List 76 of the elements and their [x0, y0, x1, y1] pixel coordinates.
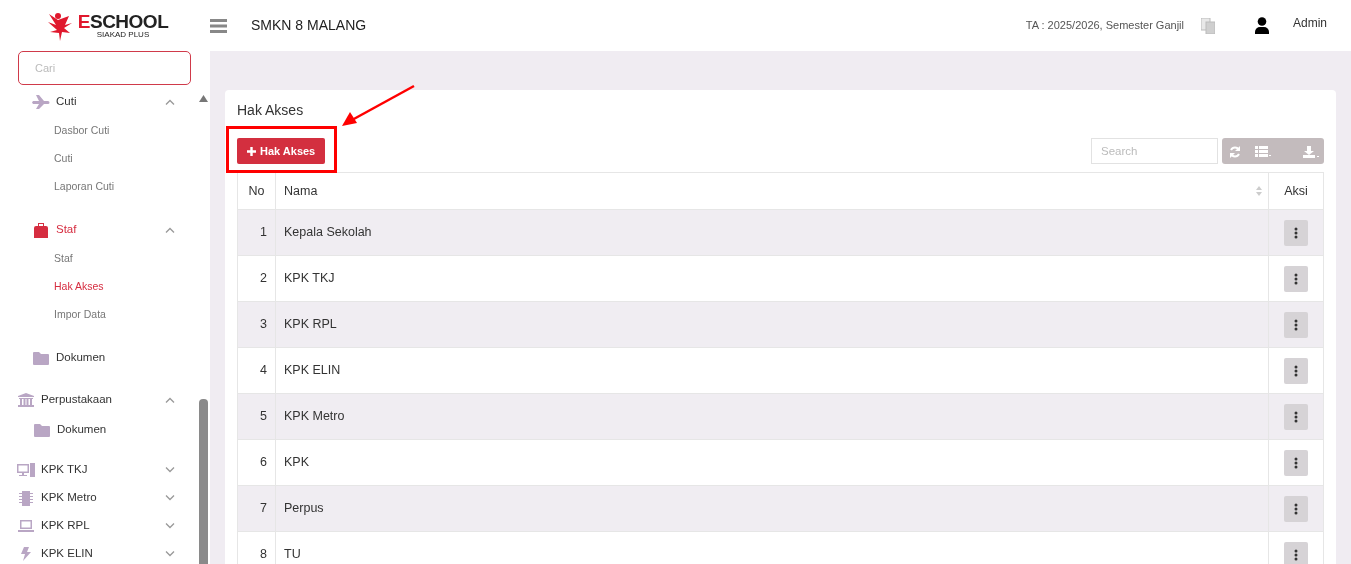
- table-cell: 5: [237, 393, 276, 440]
- plus-icon: [247, 146, 256, 156]
- folder-icon: [33, 351, 49, 365]
- folder-icon: [34, 423, 50, 437]
- search-field[interactable]: Cari: [18, 51, 191, 85]
- refresh-button[interactable]: [1222, 138, 1248, 164]
- school-name: SMKN 8 MALANG: [251, 16, 367, 35]
- more-icon: [1294, 456, 1298, 469]
- sidebar-item[interactable]: Dokumen: [0, 343, 197, 373]
- more-icon: [1294, 226, 1298, 239]
- chip-icon: [19, 490, 33, 506]
- sidebar-item[interactable]: KPK ELIN: [0, 540, 197, 564]
- table-cell: KPK ELIN: [275, 347, 1269, 394]
- computer-icon: [17, 463, 35, 477]
- logo-name: ESCHOOL: [77, 12, 169, 31]
- more-icon: [1294, 548, 1298, 561]
- sidebar-item[interactable]: KPK Metro: [0, 484, 197, 512]
- chevron-down-icon: [165, 495, 175, 501]
- chevron-down-icon: [165, 551, 175, 557]
- list-icon: [1255, 146, 1271, 158]
- plane-icon: [32, 95, 50, 109]
- academic-year: TA : 2025/2026, Semester Ganjil: [1025, 18, 1184, 34]
- more-icon: [1294, 318, 1298, 331]
- more-icon: [1294, 410, 1298, 423]
- table-cell: 4: [237, 347, 276, 394]
- menu-icon[interactable]: [210, 18, 227, 33]
- table-cell: 3: [237, 301, 276, 348]
- card-title: Hak Akses: [237, 101, 305, 120]
- chevron-down-icon: [165, 467, 175, 473]
- table-cell: 7: [237, 485, 276, 532]
- actions-button[interactable]: [1284, 541, 1308, 564]
- table-cell: Perpus: [275, 485, 1269, 532]
- chevron-up-icon: [165, 227, 175, 233]
- table-cell: Kepala Sekolah: [275, 209, 1269, 256]
- submenu-item[interactable]: Staf: [0, 245, 197, 273]
- table-cell: 2: [237, 255, 276, 302]
- add-button[interactable]: Hak Akses: [237, 138, 326, 164]
- logo-tagline: SIAKAD PLUS: [96, 31, 150, 39]
- more-icon: [1294, 502, 1298, 515]
- chevron-down-icon: [165, 523, 175, 529]
- submenu-item[interactable]: Dasbor Cuti: [0, 117, 197, 145]
- table-cell: KPK RPL: [275, 301, 1269, 348]
- table-cell: KPK TKJ: [275, 255, 1269, 302]
- scroll-up-icon[interactable]: [199, 95, 208, 102]
- sidebar-item[interactable]: KPK TKJ: [0, 456, 197, 484]
- submenu-item[interactable]: Laporan Cuti: [0, 173, 197, 201]
- column-header: No: [237, 172, 276, 210]
- refresh-icon: [1229, 145, 1241, 158]
- download-button[interactable]: [1283, 138, 1324, 164]
- bolt-icon: [21, 547, 31, 561]
- submenu-item[interactable]: Hak Akses: [0, 273, 197, 301]
- bank-icon: [18, 393, 34, 407]
- sidebar-item[interactable]: Staf: [0, 215, 197, 245]
- sidebar-item[interactable]: Cuti: [0, 87, 197, 117]
- more-icon: [1294, 364, 1298, 377]
- sort-icon: [1256, 186, 1262, 196]
- scrollbar-thumb[interactable]: [199, 399, 208, 564]
- table-cell: 6: [237, 439, 276, 486]
- more-icon: [1294, 272, 1298, 285]
- chevron-up-icon: [165, 397, 175, 403]
- laptop-icon: [18, 520, 34, 532]
- submenu-item[interactable]: Cuti: [0, 145, 197, 173]
- table-cell: 1: [237, 209, 276, 256]
- user-icon[interactable]: [1255, 17, 1269, 34]
- table-cell: 8: [237, 531, 276, 564]
- column-header[interactable]: Nama: [275, 172, 1269, 210]
- download-icon: [1303, 145, 1319, 158]
- sidebar-item[interactable]: KPK RPL: [0, 512, 197, 540]
- sidebar-item[interactable]: Perpustakaan: [0, 385, 197, 415]
- table-cell: KPK: [275, 439, 1269, 486]
- user-name[interactable]: Admin: [1293, 13, 1327, 32]
- column-header: Aksi: [1268, 172, 1324, 210]
- submenu-item[interactable]: Impor Data: [0, 301, 197, 329]
- sidebar-item[interactable]: Dokumen: [0, 415, 197, 445]
- chevron-up-icon: [165, 99, 175, 105]
- table-cell: KPK Metro: [275, 393, 1269, 440]
